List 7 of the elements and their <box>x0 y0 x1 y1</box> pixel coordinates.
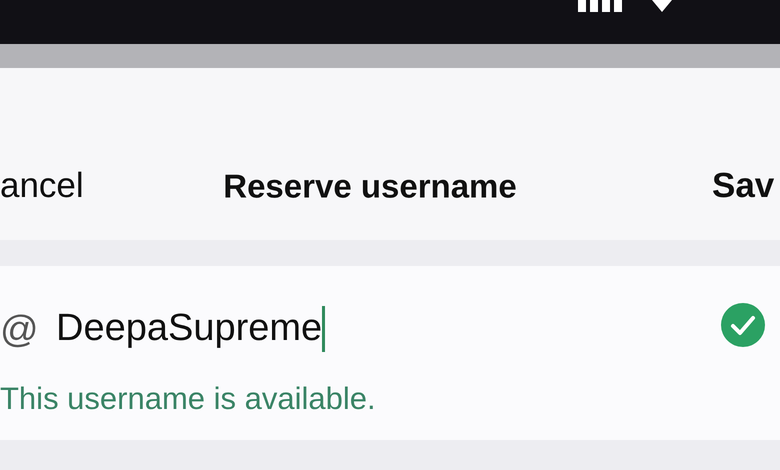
save-button[interactable]: Sav <box>712 166 774 206</box>
username-field[interactable]: DeepaSupreme <box>56 300 326 357</box>
screen-title: Reserve username <box>223 167 517 204</box>
cancel-button[interactable]: ancel <box>0 166 84 206</box>
at-prefix: @ <box>0 308 39 353</box>
signal-icon <box>578 0 624 12</box>
availability-message: This username is available. <box>0 380 376 418</box>
